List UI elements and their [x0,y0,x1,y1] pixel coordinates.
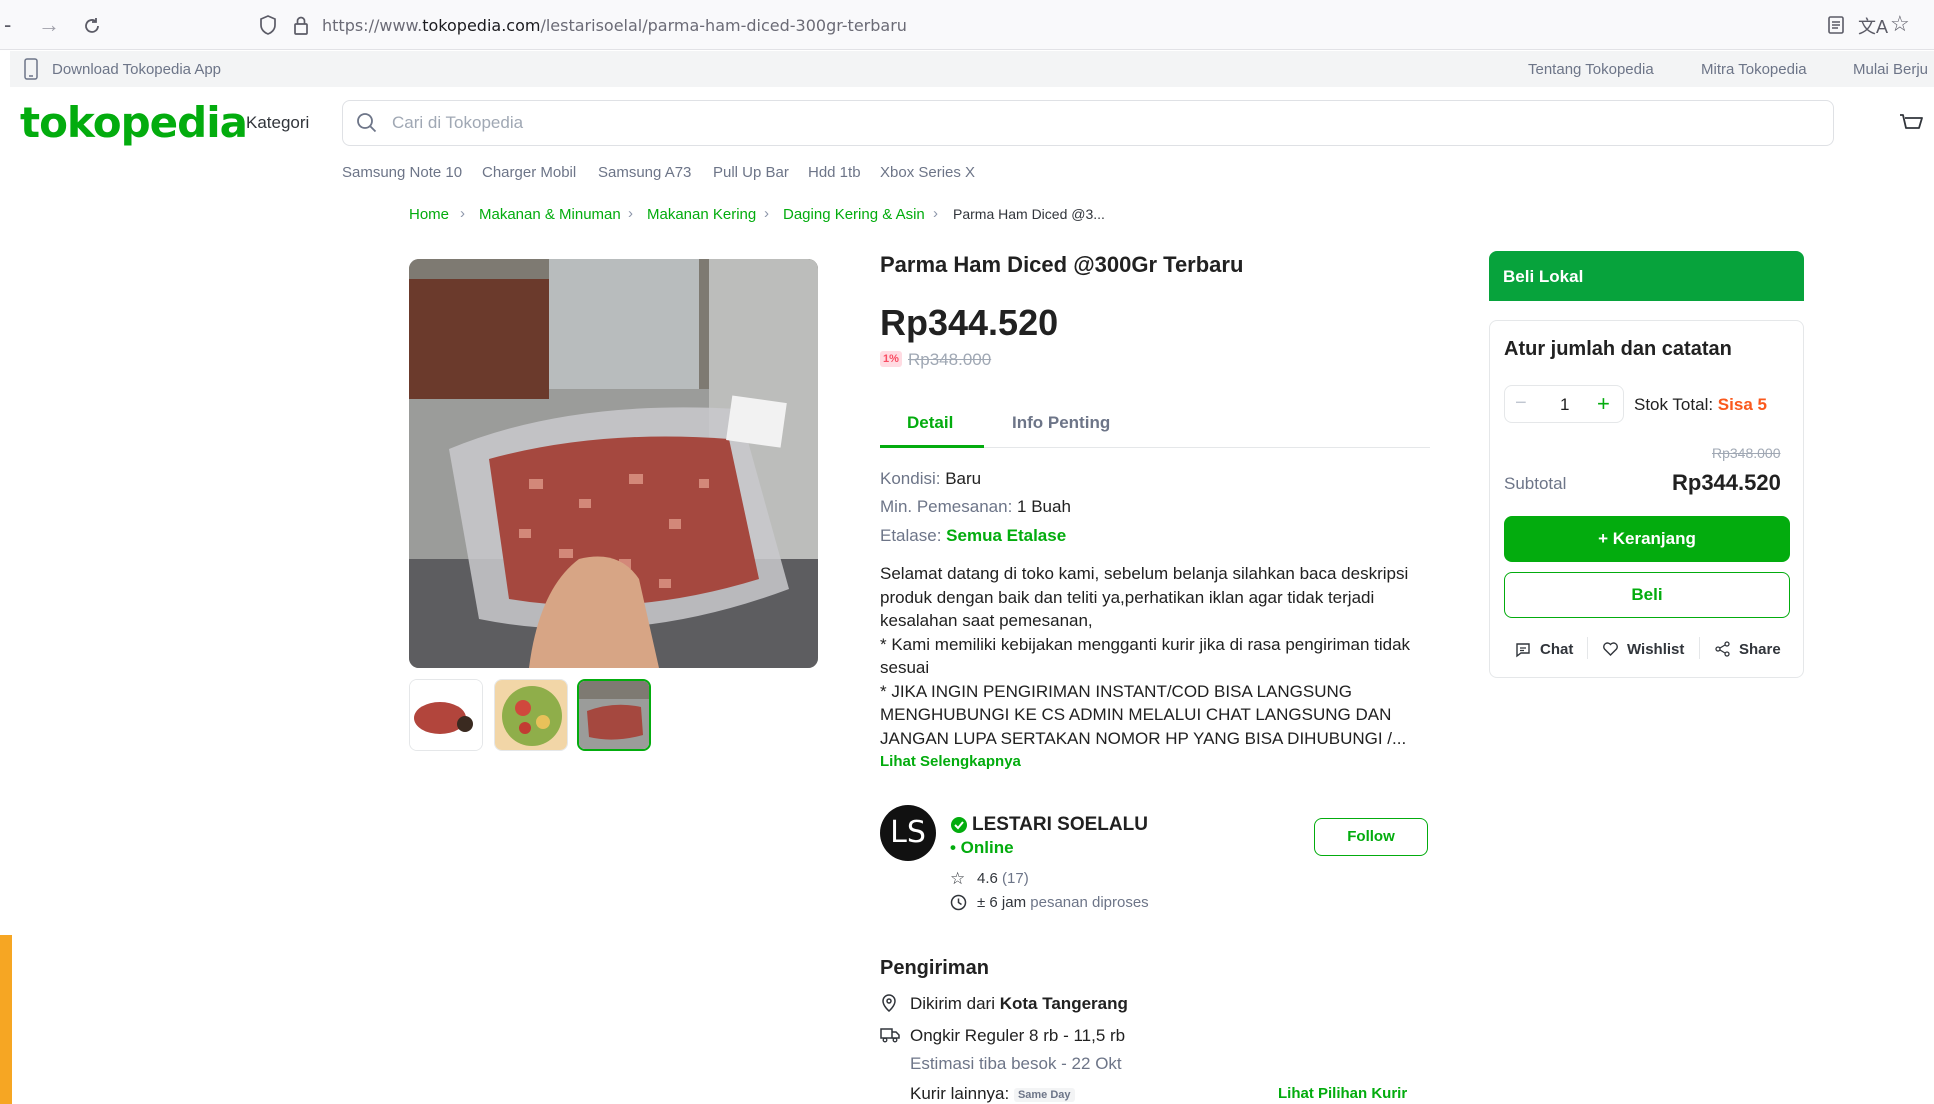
chevron-right-icon: › [933,205,938,222]
star-icon: ☆ [950,869,966,888]
share-icon [1714,641,1731,657]
chip-suggestion[interactable]: Hdd 1tb [808,164,861,181]
cart-icon[interactable] [1898,112,1924,136]
search-placeholder: Cari di Tokopedia [392,113,524,132]
breadcrumb-category[interactable]: Makanan & Minuman [479,206,621,223]
chevron-right-icon: › [628,205,633,222]
original-price: Rp348.000 [908,350,992,369]
reload-icon[interactable] [82,12,102,36]
breadcrumb-subsubcategory[interactable]: Daging Kering & Asin [783,206,925,223]
minus-icon[interactable]: − [1515,392,1527,415]
divider [1587,637,1588,659]
kategori-menu[interactable]: Kategori [246,113,309,133]
plus-icon[interactable]: + [1597,391,1610,417]
product-price: Rp344.520 [880,302,1059,343]
chip-suggestion[interactable]: Samsung A73 [598,164,691,181]
side-accent [0,935,12,1104]
start-selling-link[interactable]: Mulai Berju [1853,61,1928,78]
bookmark-star-icon[interactable]: ☆ [1890,11,1910,37]
beli-lokal-banner: Beli Lokal [1489,251,1804,301]
search-icon [356,112,378,134]
follow-button[interactable]: Follow [1314,818,1428,856]
shop-process-time: ± 6 jam pesanan diproses [977,894,1149,911]
see-more-link[interactable]: Lihat Selengkapnya [880,753,1021,770]
translate-icon[interactable]: 文A [1858,13,1888,39]
etalase-link[interactable]: Semua Etalase [946,526,1066,545]
discount-badge: 1% [880,351,902,367]
spec-kondisi: Kondisi: Baru [880,469,982,488]
spec-min-order: Min. Pemesanan: 1 Buah [880,497,1071,516]
wishlist-button[interactable]: Wishlist [1627,641,1684,658]
shop-rating: 4.6 (17) [977,870,1029,887]
subtotal-original: Rp348.000 [1712,445,1781,461]
chat-icon [1515,642,1531,658]
location-pin-icon [881,994,897,1012]
forward-icon[interactable]: → [38,12,60,38]
verified-badge-icon [950,816,968,834]
phone-icon [23,58,39,80]
browser-toolbar [0,0,1934,50]
breadcrumb-subcategory[interactable]: Makanan Kering [647,206,756,223]
breadcrumb-current: Parma Ham Diced @3... [953,206,1105,222]
ship-estimate: Estimasi tiba besok - 22 Okt [910,1054,1122,1073]
shop-avatar[interactable]: LS [880,805,936,861]
chip-suggestion[interactable]: Xbox Series X [880,164,975,181]
shield-icon[interactable] [258,14,278,36]
product-thumbnail[interactable] [494,679,568,751]
about-link[interactable]: Tentang Tokopedia [1528,61,1654,78]
chip-suggestion[interactable]: Charger Mobil [482,164,576,181]
shop-name[interactable]: LESTARI SOELALU [972,814,1148,836]
tab-detail[interactable]: Detail [907,413,953,433]
reader-view-icon[interactable] [1827,15,1845,35]
quantity-value[interactable]: 1 [1560,395,1569,415]
product-thumbnail[interactable] [409,679,483,751]
ship-other-couriers: Kurir lainnya: Same Day [910,1084,1075,1104]
lock-icon[interactable] [292,14,310,36]
clock-icon [950,894,967,911]
back-icon[interactable]: - [4,12,11,38]
buy-button[interactable]: Beli [1504,572,1790,618]
tab-active-indicator [880,445,984,448]
heart-icon [1602,641,1619,657]
chevron-right-icon: › [460,205,465,222]
see-courier-options-link[interactable]: Lihat Pilihan Kurir [1278,1085,1407,1102]
truck-icon [880,1027,900,1043]
ship-cost: Ongkir Reguler 8 rb - 11,5 rb [910,1026,1126,1045]
product-main-image[interactable] [409,259,818,668]
share-button[interactable]: Share [1739,641,1781,658]
chat-button[interactable]: Chat [1540,641,1573,658]
product-thumbnail-selected[interactable] [577,679,651,751]
shop-online-status: • Online [950,838,1014,857]
search-input[interactable] [342,100,1834,146]
subtotal-label: Subtotal [1504,474,1567,493]
order-card-title: Atur jumlah dan catatan [1504,338,1732,360]
order-card [1489,320,1804,678]
tab-info-penting[interactable]: Info Penting [1012,413,1110,433]
product-description: Selamat datang di toko kami, sebelum bel… [880,564,1411,748]
ship-from: Dikirim dari Kota Tangerang [910,994,1128,1013]
chip-suggestion[interactable]: Pull Up Bar [713,164,789,181]
stock-info: Stok Total: Sisa 5 [1634,395,1767,414]
chevron-right-icon: › [764,205,769,222]
partner-link[interactable]: Mitra Tokopedia [1701,61,1807,78]
divider [1699,637,1700,659]
chip-suggestion[interactable]: Samsung Note 10 [342,164,462,181]
address-bar[interactable]: https://www.tokopedia.com/lestarisoelal/… [322,16,907,35]
same-day-badge: Same Day [1013,1087,1075,1102]
tokopedia-logo[interactable]: tokopedia [20,98,248,147]
shipping-heading: Pengiriman [880,957,989,979]
add-to-cart-button[interactable]: + Keranjang [1504,516,1790,562]
download-app-link[interactable]: Download Tokopedia App [52,61,221,78]
spec-etalase: Etalase: Semua Etalase [880,526,1067,545]
product-title: Parma Ham Diced @300Gr Terbaru [880,252,1244,277]
subtotal-value: Rp344.520 [1672,470,1781,495]
breadcrumb-home[interactable]: Home [409,206,449,223]
